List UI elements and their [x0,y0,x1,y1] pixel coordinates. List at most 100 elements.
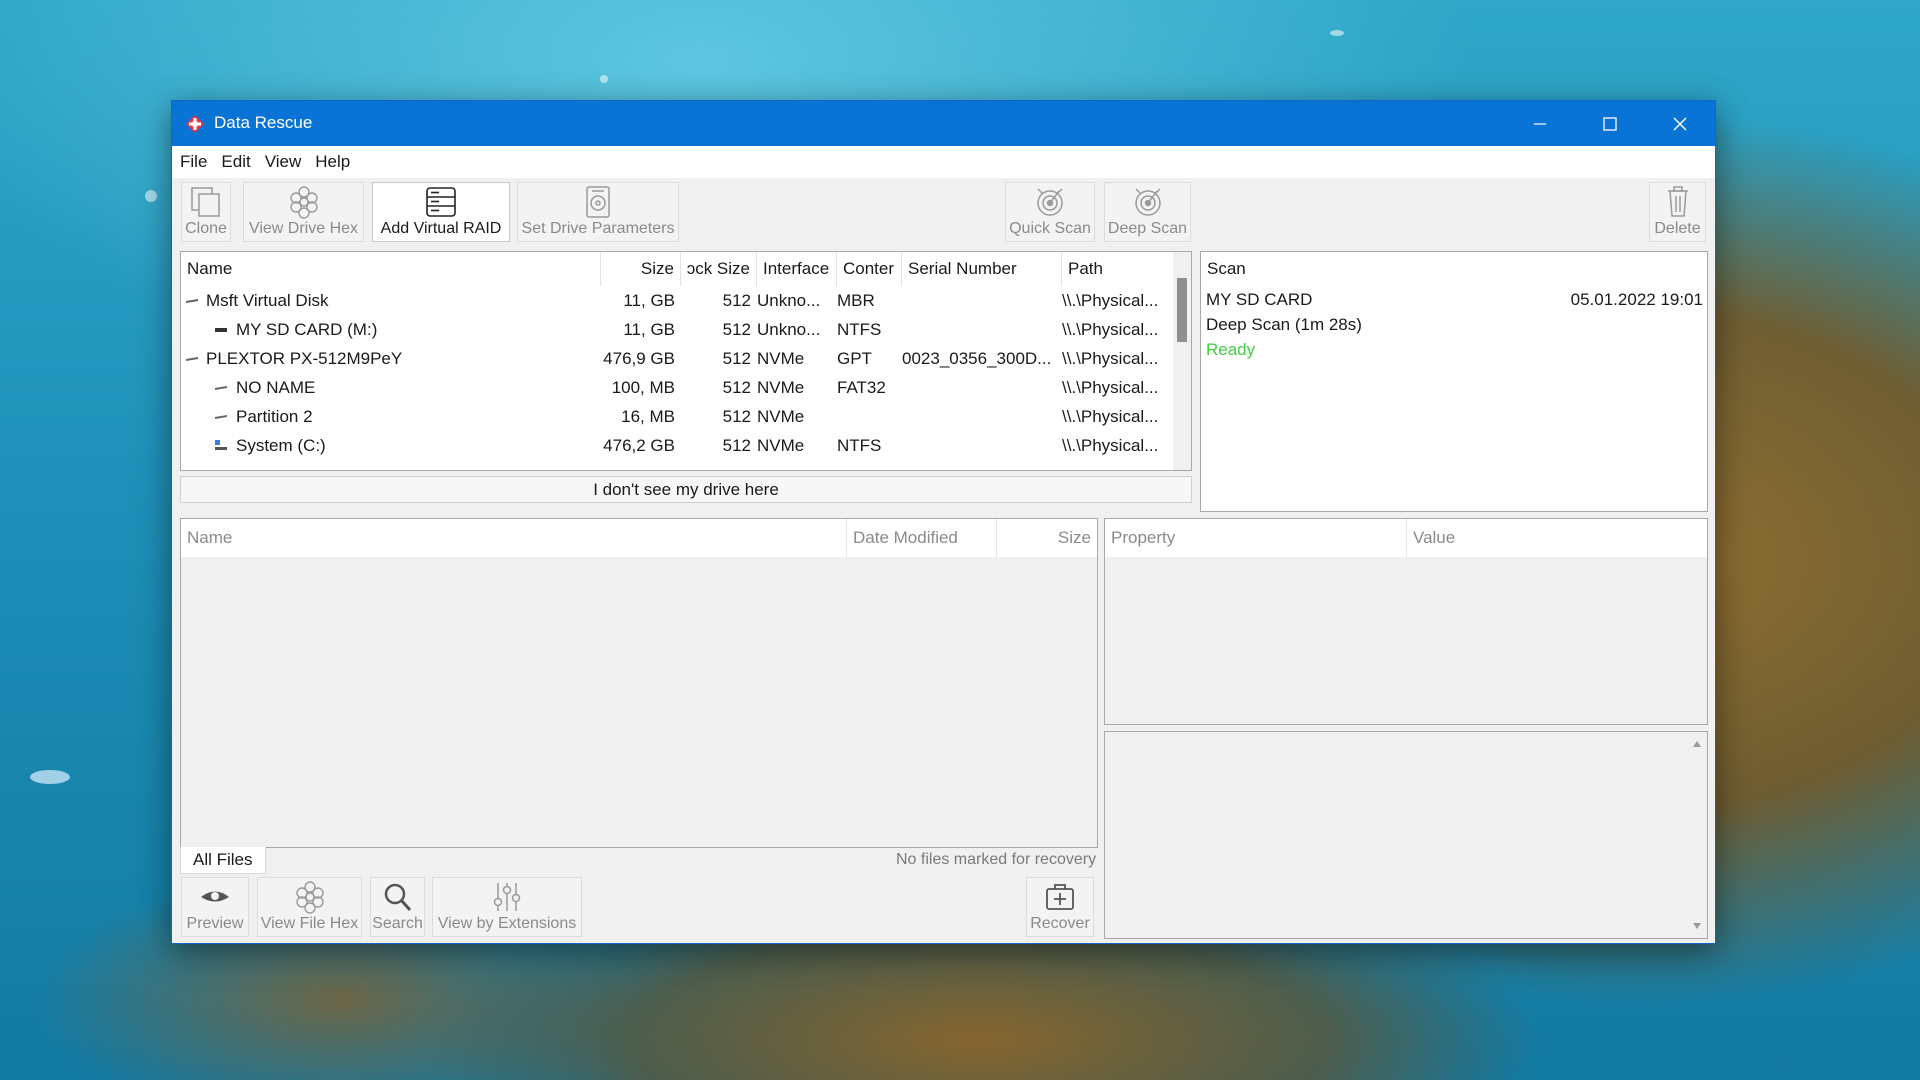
col-block-size[interactable]: ɔck Size [681,252,757,286]
set-drive-parameters-button[interactable]: Set Drive Parameters [517,182,679,242]
drive-path: \\.\Physical... [1062,406,1159,426]
drive-interface: NVMe [757,435,805,455]
drive-content: MBR [837,290,875,310]
drive-row[interactable]: PLEXTOR PX-512M9PeY 476,9 GB 512 NVMe GP… [181,344,1169,373]
close-icon [1673,117,1687,130]
quick-scan-label: Quick Scan [1009,220,1091,237]
maximize-button[interactable] [1575,101,1645,146]
quick-scan-icon [1037,188,1063,216]
preview-label: Preview [186,915,244,932]
scroll-down-icon[interactable] [1692,922,1702,930]
files-col-date-modified[interactable]: Date Modified [847,519,997,557]
drive-size: 11, GB [623,319,675,339]
drive-content: FAT32 [837,377,886,397]
files-col-name[interactable]: Name [181,519,847,557]
data-rescue-window: Data Rescue File Edit View Help Clone Vi… [171,100,1716,944]
drive-content: NTFS [837,435,882,455]
dont-see-drive-button[interactable]: I don't see my drive here [180,476,1192,503]
menu-view[interactable]: View [265,152,302,172]
scan-date: 05.01.2022 19:01 [1570,290,1703,309]
preview-panel [1104,731,1708,939]
hex-icon [289,186,318,219]
drive-size: 476,2 GB [603,435,675,455]
col-size[interactable]: Size [601,252,681,286]
preview-button[interactable]: Preview [181,877,249,937]
add-virtual-raid-button[interactable]: Add Virtual RAID [372,182,510,242]
menu-bar: File Edit View Help [172,146,1715,178]
col-property[interactable]: Property [1105,519,1407,557]
menu-edit[interactable]: Edit [221,152,250,172]
drive-size: 16, MB [621,406,675,426]
drive-name: Partition 2 [236,406,313,426]
hex-icon [295,881,324,914]
drive-row[interactable]: MY SD CARD (M:) 11, GB 512 Unkno... NTFS… [181,315,1169,344]
drives-scrollbar[interactable] [1173,252,1191,470]
sliders-icon [493,883,521,911]
drive-row[interactable]: Msft Virtual Disk 11, GB 512 Unkno... MB… [181,286,1169,315]
drive-block-size: 512 [722,406,751,426]
bubble [600,75,608,83]
drive-interface: NVMe [757,348,805,368]
col-path[interactable]: Path [1062,252,1173,286]
menu-file[interactable]: File [180,152,207,172]
drive-parameters-icon [586,186,610,218]
view-by-extensions-label: View by Extensions [437,915,577,932]
view-by-extensions-button[interactable]: View by Extensions [432,877,582,937]
files-col-size[interactable]: Size [997,519,1097,557]
drive-serial [902,286,1062,315]
drive-interface: Unkno... [757,319,821,339]
disk-icon [186,299,198,303]
drive-row[interactable]: NO NAME 100, MB 512 NVMe FAT32 \\.\Physi… [181,373,1169,402]
scroll-up-icon[interactable] [1692,740,1702,748]
drive-row[interactable]: System (C:) 476,2 GB 512 NVMe NTFS \\.\P… [181,431,1169,460]
scan-entry[interactable]: MY SD CARD 05.01.2022 19:01 Deep Scan (1… [1201,290,1707,370]
deep-scan-icon [1134,188,1161,216]
col-serial-number[interactable]: Serial Number [902,252,1062,286]
menu-help[interactable]: Help [315,152,350,172]
scan-panel: Scan MY SD CARD 05.01.2022 19:01 Deep Sc… [1200,251,1708,512]
first-aid-kit-icon [1046,884,1074,910]
search-button[interactable]: Search [370,877,425,937]
col-interface[interactable]: Interface [757,252,837,286]
drive-content: GPT [837,348,872,368]
drives-scrollbar-thumb[interactable] [1177,278,1187,342]
tab-all-files[interactable]: All Files [180,847,266,874]
properties-panel: Property Value [1104,518,1708,725]
view-drive-hex-button[interactable]: View Drive Hex [243,182,364,242]
drive-block-size: 512 [722,348,751,368]
drive-content: NTFS [837,319,882,339]
preview-scrollbar[interactable] [1687,732,1707,938]
drive-serial [902,373,1062,402]
drives-list: Name Size ɔck Size Interface Conter Seri… [180,251,1192,471]
scan-drive-name: MY SD CARD [1206,290,1313,309]
scan-status: Ready [1206,340,1256,359]
recover-button[interactable]: Recover [1026,877,1094,937]
clone-button[interactable]: Clone [181,182,231,242]
trash-icon [1667,186,1688,217]
view-file-hex-button[interactable]: View File Hex [257,877,362,937]
drive-block-size: 512 [722,377,751,397]
title-bar[interactable]: Data Rescue [172,101,1715,146]
drive-serial [902,431,1062,460]
drive-interface: NVMe [757,377,805,397]
delete-label: Delete [1654,220,1701,237]
drive-name: System (C:) [236,435,326,455]
drive-size: 476,9 GB [603,348,675,368]
minimize-button[interactable] [1505,101,1575,146]
col-content[interactable]: Conter [837,252,902,286]
col-value[interactable]: Value [1407,519,1707,557]
drive-row[interactable]: Partition 2 16, MB 512 NVMe \\.\Physical… [181,402,1169,431]
drive-interface: Unkno... [757,290,821,310]
drive-path: \\.\Physical... [1062,290,1159,310]
col-name[interactable]: Name [181,252,601,286]
deep-scan-button[interactable]: Deep Scan [1104,182,1191,242]
drive-name: MY SD CARD (M:) [236,319,378,339]
delete-button[interactable]: Delete [1649,182,1706,242]
quick-scan-button[interactable]: Quick Scan [1005,182,1095,242]
drive-block-size: 512 [722,290,751,310]
clone-icon [191,187,220,217]
set-drive-parameters-label: Set Drive Parameters [521,220,675,237]
add-virtual-raid-label: Add Virtual RAID [380,220,502,237]
close-button[interactable] [1645,101,1715,146]
main-toolbar: Clone View Drive Hex Add Virtual RAID Se… [172,178,1715,250]
